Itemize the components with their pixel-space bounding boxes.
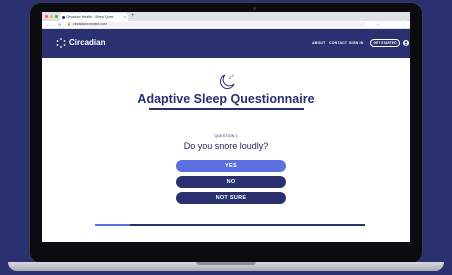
new-tab-icon[interactable]: + [131,12,135,21]
answer-not-sure-button[interactable]: NOT SURE [176,192,286,204]
site-header: Circadian ABOUT CONTACT SIGN IN GET STAR… [42,29,410,58]
question-text: Do you snore loudly? [183,141,269,151]
laptop-notch [196,262,256,265]
nav-contact[interactable]: CONTACT [329,41,347,46]
close-window-icon[interactable] [45,15,48,18]
user-avatar-icon[interactable] [403,40,409,46]
svg-text:z: z [232,74,234,78]
progress-fill [95,224,131,226]
nav-about[interactable]: ABOUT [312,41,325,46]
browser-tabbar: Circadian Health - Sleep Ques × + [42,12,410,21]
browser-menu-icon[interactable]: ⋮ [402,21,406,28]
moon-sleep-icon: z z [219,74,235,90]
answer-no-button[interactable]: NO [176,176,286,188]
browser-tab[interactable]: Circadian Health - Sleep Ques × [60,13,128,21]
tab-title: Circadian Health - Sleep Ques [66,15,114,19]
url-text: circadianconnect.com [73,22,107,26]
minimize-window-icon[interactable] [50,15,53,18]
brand-name[interactable]: Circadian [69,37,105,49]
get-started-button[interactable]: GET STARTED [370,39,400,47]
lock-icon: 🔒 [67,22,71,26]
reload-icon[interactable]: ⟳ [58,21,61,28]
bookmark-star-icon[interactable]: ☆ [376,21,380,28]
circadian-logo-icon[interactable] [56,38,66,48]
favicon-icon [62,15,65,19]
forward-arrow-icon[interactable]: → [52,21,56,28]
webcam-icon [253,7,256,10]
question-number: QUESTION 1 [214,134,238,138]
screen: Circadian Health - Sleep Ques × + ← → ⟳ … [42,12,410,242]
maximize-window-icon[interactable] [55,15,58,18]
answer-yes-button[interactable]: YES [176,160,286,172]
nav-sign-in[interactable]: SIGN IN [349,41,363,46]
browser-toolbar: ← → ⟳ 🔒 circadianconnect.com ☆ ⋮ [42,21,410,29]
back-arrow-icon[interactable]: ← [46,21,50,28]
title-underline [149,108,304,110]
progress-bar [95,224,365,226]
page-title: Adaptive Sleep Questionnaire [137,92,315,106]
tab-close-icon[interactable]: × [124,13,126,21]
url-bar[interactable]: 🔒 circadianconnect.com [66,22,366,27]
